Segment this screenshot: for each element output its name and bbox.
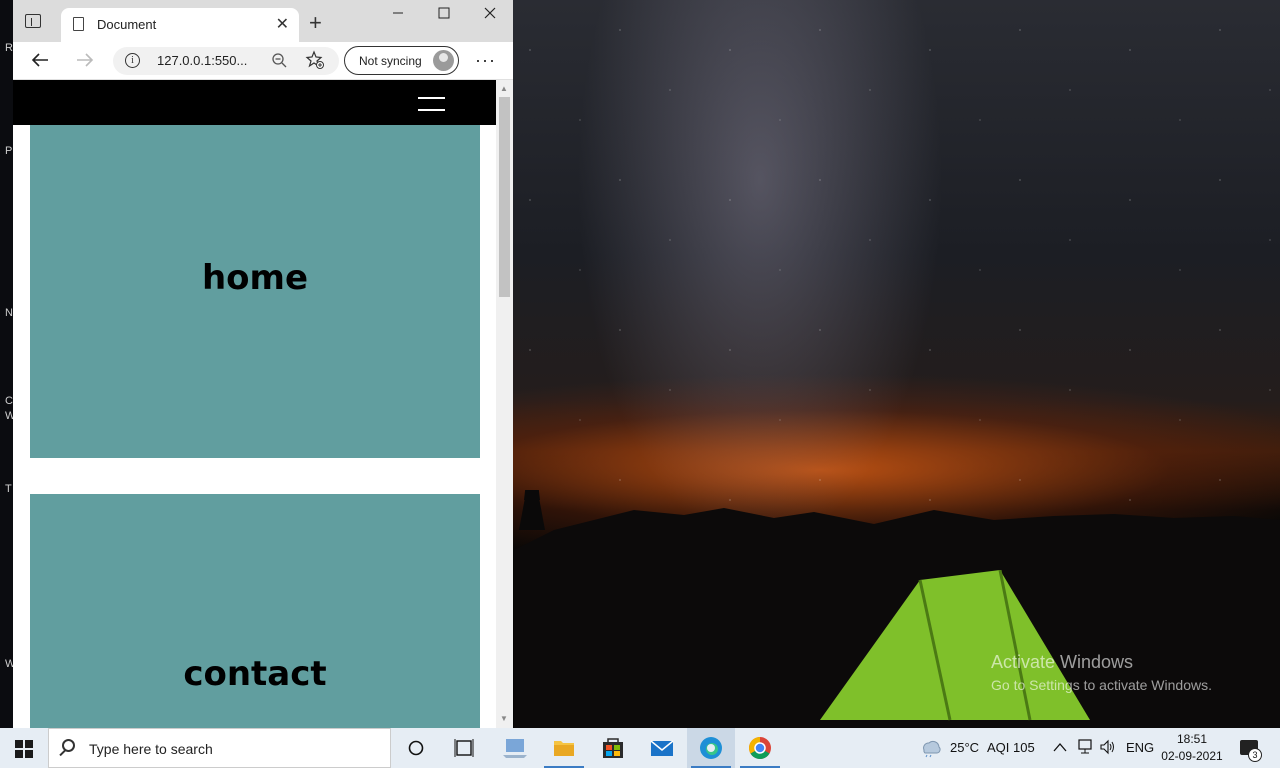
- sync-status-label: Not syncing: [359, 54, 422, 68]
- more-menu-icon[interactable]: ···: [475, 50, 496, 71]
- chevron-up-icon[interactable]: [1053, 742, 1067, 752]
- edge-icon: [700, 737, 722, 759]
- weather-icon[interactable]: [918, 738, 942, 758]
- edge-button[interactable]: [687, 728, 735, 768]
- profile-avatar-icon: [433, 50, 454, 71]
- notification-count-badge: 3: [1248, 748, 1262, 762]
- minimize-button[interactable]: [375, 6, 421, 28]
- air-quality-index[interactable]: AQI 105: [987, 740, 1035, 755]
- profile-sync-button[interactable]: Not syncing: [344, 46, 459, 75]
- weather-temperature[interactable]: 25°C: [950, 740, 979, 755]
- chrome-button[interactable]: [736, 728, 784, 768]
- cortana-button[interactable]: [392, 728, 440, 768]
- search-placeholder: Type here to search: [89, 741, 213, 757]
- document-icon: [73, 17, 84, 31]
- folder-icon: [554, 741, 574, 756]
- tent-image: [820, 570, 1090, 721]
- activate-subtitle: Go to Settings to activate Windows.: [991, 677, 1212, 693]
- back-arrow-icon[interactable]: [31, 52, 49, 68]
- hamburger-menu-icon[interactable]: [418, 97, 445, 111]
- browser-tab[interactable]: Document ✕: [61, 8, 299, 42]
- zoom-out-icon[interactable]: [271, 52, 287, 68]
- address-bar: i 127.0.0.1:550... Not syncing ···: [13, 42, 513, 80]
- desktop-icons-edge: R P N C W T W: [0, 0, 15, 728]
- system-clock[interactable]: 18:51 02-09-2021: [1160, 731, 1224, 765]
- close-icon: [484, 7, 496, 19]
- file-explorer-button[interactable]: [540, 728, 588, 768]
- page-scrollbar[interactable]: ▲ ▼: [496, 80, 513, 728]
- search-icon: [62, 739, 75, 752]
- page-viewport: home contact: [13, 80, 496, 728]
- clock-time: 18:51: [1176, 732, 1208, 746]
- volume-icon[interactable]: [1099, 739, 1117, 755]
- scroll-up-icon[interactable]: ▲: [500, 84, 508, 93]
- activate-title: Activate Windows: [991, 652, 1134, 672]
- desktop-icon-label: C: [5, 395, 13, 407]
- maximize-icon: [438, 7, 450, 19]
- maximize-button[interactable]: [421, 6, 467, 28]
- tab-title: Document: [97, 17, 157, 32]
- tab-actions-icon[interactable]: [25, 14, 41, 28]
- activate-windows-watermark: Activate Windows Go to Settings to activ…: [991, 652, 1212, 693]
- laptop-app-icon: [503, 739, 527, 758]
- chrome-icon: [749, 737, 771, 759]
- store-button[interactable]: [589, 728, 637, 768]
- new-tab-icon[interactable]: +: [309, 10, 322, 36]
- site-info-icon[interactable]: i: [125, 53, 140, 68]
- desktop-icon-label: T: [5, 483, 12, 495]
- close-window-button[interactable]: [467, 6, 513, 28]
- mail-icon: [650, 740, 674, 756]
- language-indicator[interactable]: ENG: [1126, 740, 1154, 755]
- taskbar-app-button[interactable]: [491, 728, 539, 768]
- desktop-icon-label: N: [5, 307, 13, 319]
- store-icon: [603, 738, 623, 758]
- url-text: 127.0.0.1:550...: [157, 53, 248, 68]
- network-icon[interactable]: [1076, 739, 1094, 755]
- task-view-icon: [454, 739, 474, 757]
- section-label-contact: contact: [183, 654, 327, 694]
- browser-window: Document ✕ + i 127.0.0.1:550... Not sync…: [13, 0, 513, 728]
- taskbar: Type here to search 25°C AQI 105 ENG 18:…: [0, 728, 1280, 768]
- cortana-icon: [408, 740, 424, 756]
- title-bar: Document ✕ +: [13, 0, 513, 42]
- contact-section: contact: [30, 494, 480, 728]
- section-label-home: home: [201, 258, 309, 298]
- tab-close-icon[interactable]: ✕: [276, 14, 289, 34]
- desktop-icon-label: R: [5, 42, 13, 54]
- add-favorite-icon[interactable]: [305, 50, 325, 70]
- url-field[interactable]: i 127.0.0.1:550...: [113, 47, 339, 75]
- clock-date: 02-09-2021: [1161, 749, 1223, 763]
- site-navbar: [13, 80, 496, 125]
- home-section: home: [30, 125, 480, 458]
- taskbar-search-input[interactable]: Type here to search: [48, 728, 391, 768]
- scrollbar-thumb[interactable]: [499, 97, 510, 297]
- desktop-icon-label: P: [5, 145, 13, 157]
- scroll-down-icon[interactable]: ▼: [500, 714, 508, 723]
- minimize-icon: [393, 12, 403, 14]
- mail-button[interactable]: [638, 728, 686, 768]
- windows-start-icon[interactable]: [15, 740, 33, 758]
- task-view-button[interactable]: [440, 728, 488, 768]
- forward-arrow-icon[interactable]: [76, 52, 94, 68]
